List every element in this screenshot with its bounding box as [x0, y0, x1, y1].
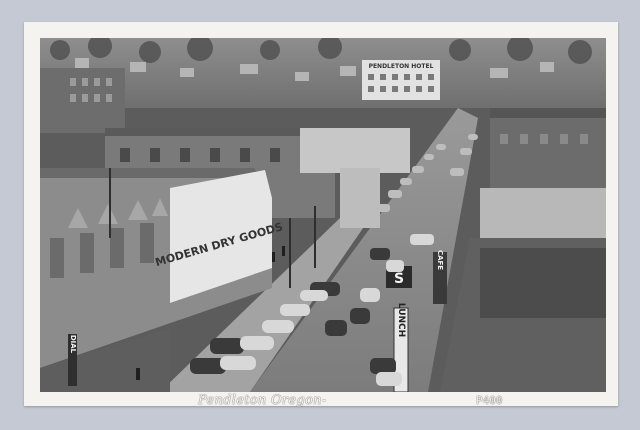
- postcard: PENDLETON HOTEL MODERN DRY GOODS DIAL LU…: [24, 22, 618, 408]
- street-scene: PENDLETON HOTEL MODERN DRY GOODS DIAL LU…: [40, 38, 606, 392]
- hotel-sign: PENDLETON HOTEL: [369, 63, 434, 70]
- lunch-sign-text: LUNCH: [396, 303, 406, 337]
- dial-vertical-sign: DIAL: [68, 334, 77, 386]
- s-sign-text: S: [394, 271, 404, 287]
- cafe-sign: CAFE: [433, 250, 447, 304]
- dial-sign-text: DIAL: [69, 335, 77, 354]
- cafe-sign-text: CAFE: [436, 250, 444, 270]
- postcard-caption: Pendleton Oregon-: [198, 393, 327, 408]
- street-photo: PENDLETON HOTEL MODERN DRY GOODS DIAL LU…: [40, 38, 606, 392]
- pendleton-hotel: PENDLETON HOTEL: [362, 60, 440, 100]
- postcard-number: P400: [476, 394, 503, 407]
